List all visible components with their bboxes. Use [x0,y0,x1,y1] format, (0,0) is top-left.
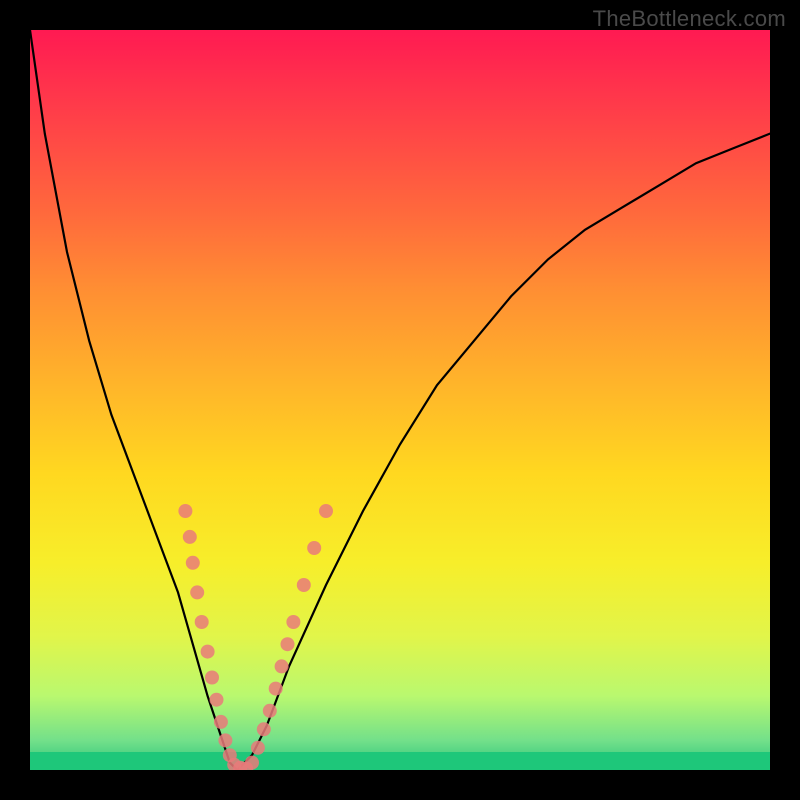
chart-frame: TheBottleneck.com [0,0,800,800]
curve-marker [218,733,232,747]
plot-area [30,30,770,770]
curve-marker [205,671,219,685]
curve-marker [297,578,311,592]
curve-marker [307,541,321,555]
curve-marker [257,722,271,736]
curve-marker [178,504,192,518]
curve-path [30,30,770,770]
curve-marker [190,585,204,599]
curve-marker [251,741,265,755]
curve-marker [210,693,224,707]
bottleneck-curve [30,30,770,770]
curve-marker [281,637,295,651]
chart-svg [30,30,770,770]
curve-marker [214,715,228,729]
curve-marker [286,615,300,629]
curve-marker [245,756,259,770]
curve-marker [269,682,283,696]
curve-marker [263,704,277,718]
curve-marker [186,556,200,570]
curve-markers [178,504,333,770]
curve-marker [195,615,209,629]
curve-marker [183,530,197,544]
curve-marker [201,645,215,659]
watermark-caption: TheBottleneck.com [593,6,786,32]
curve-marker [275,659,289,673]
curve-marker [319,504,333,518]
